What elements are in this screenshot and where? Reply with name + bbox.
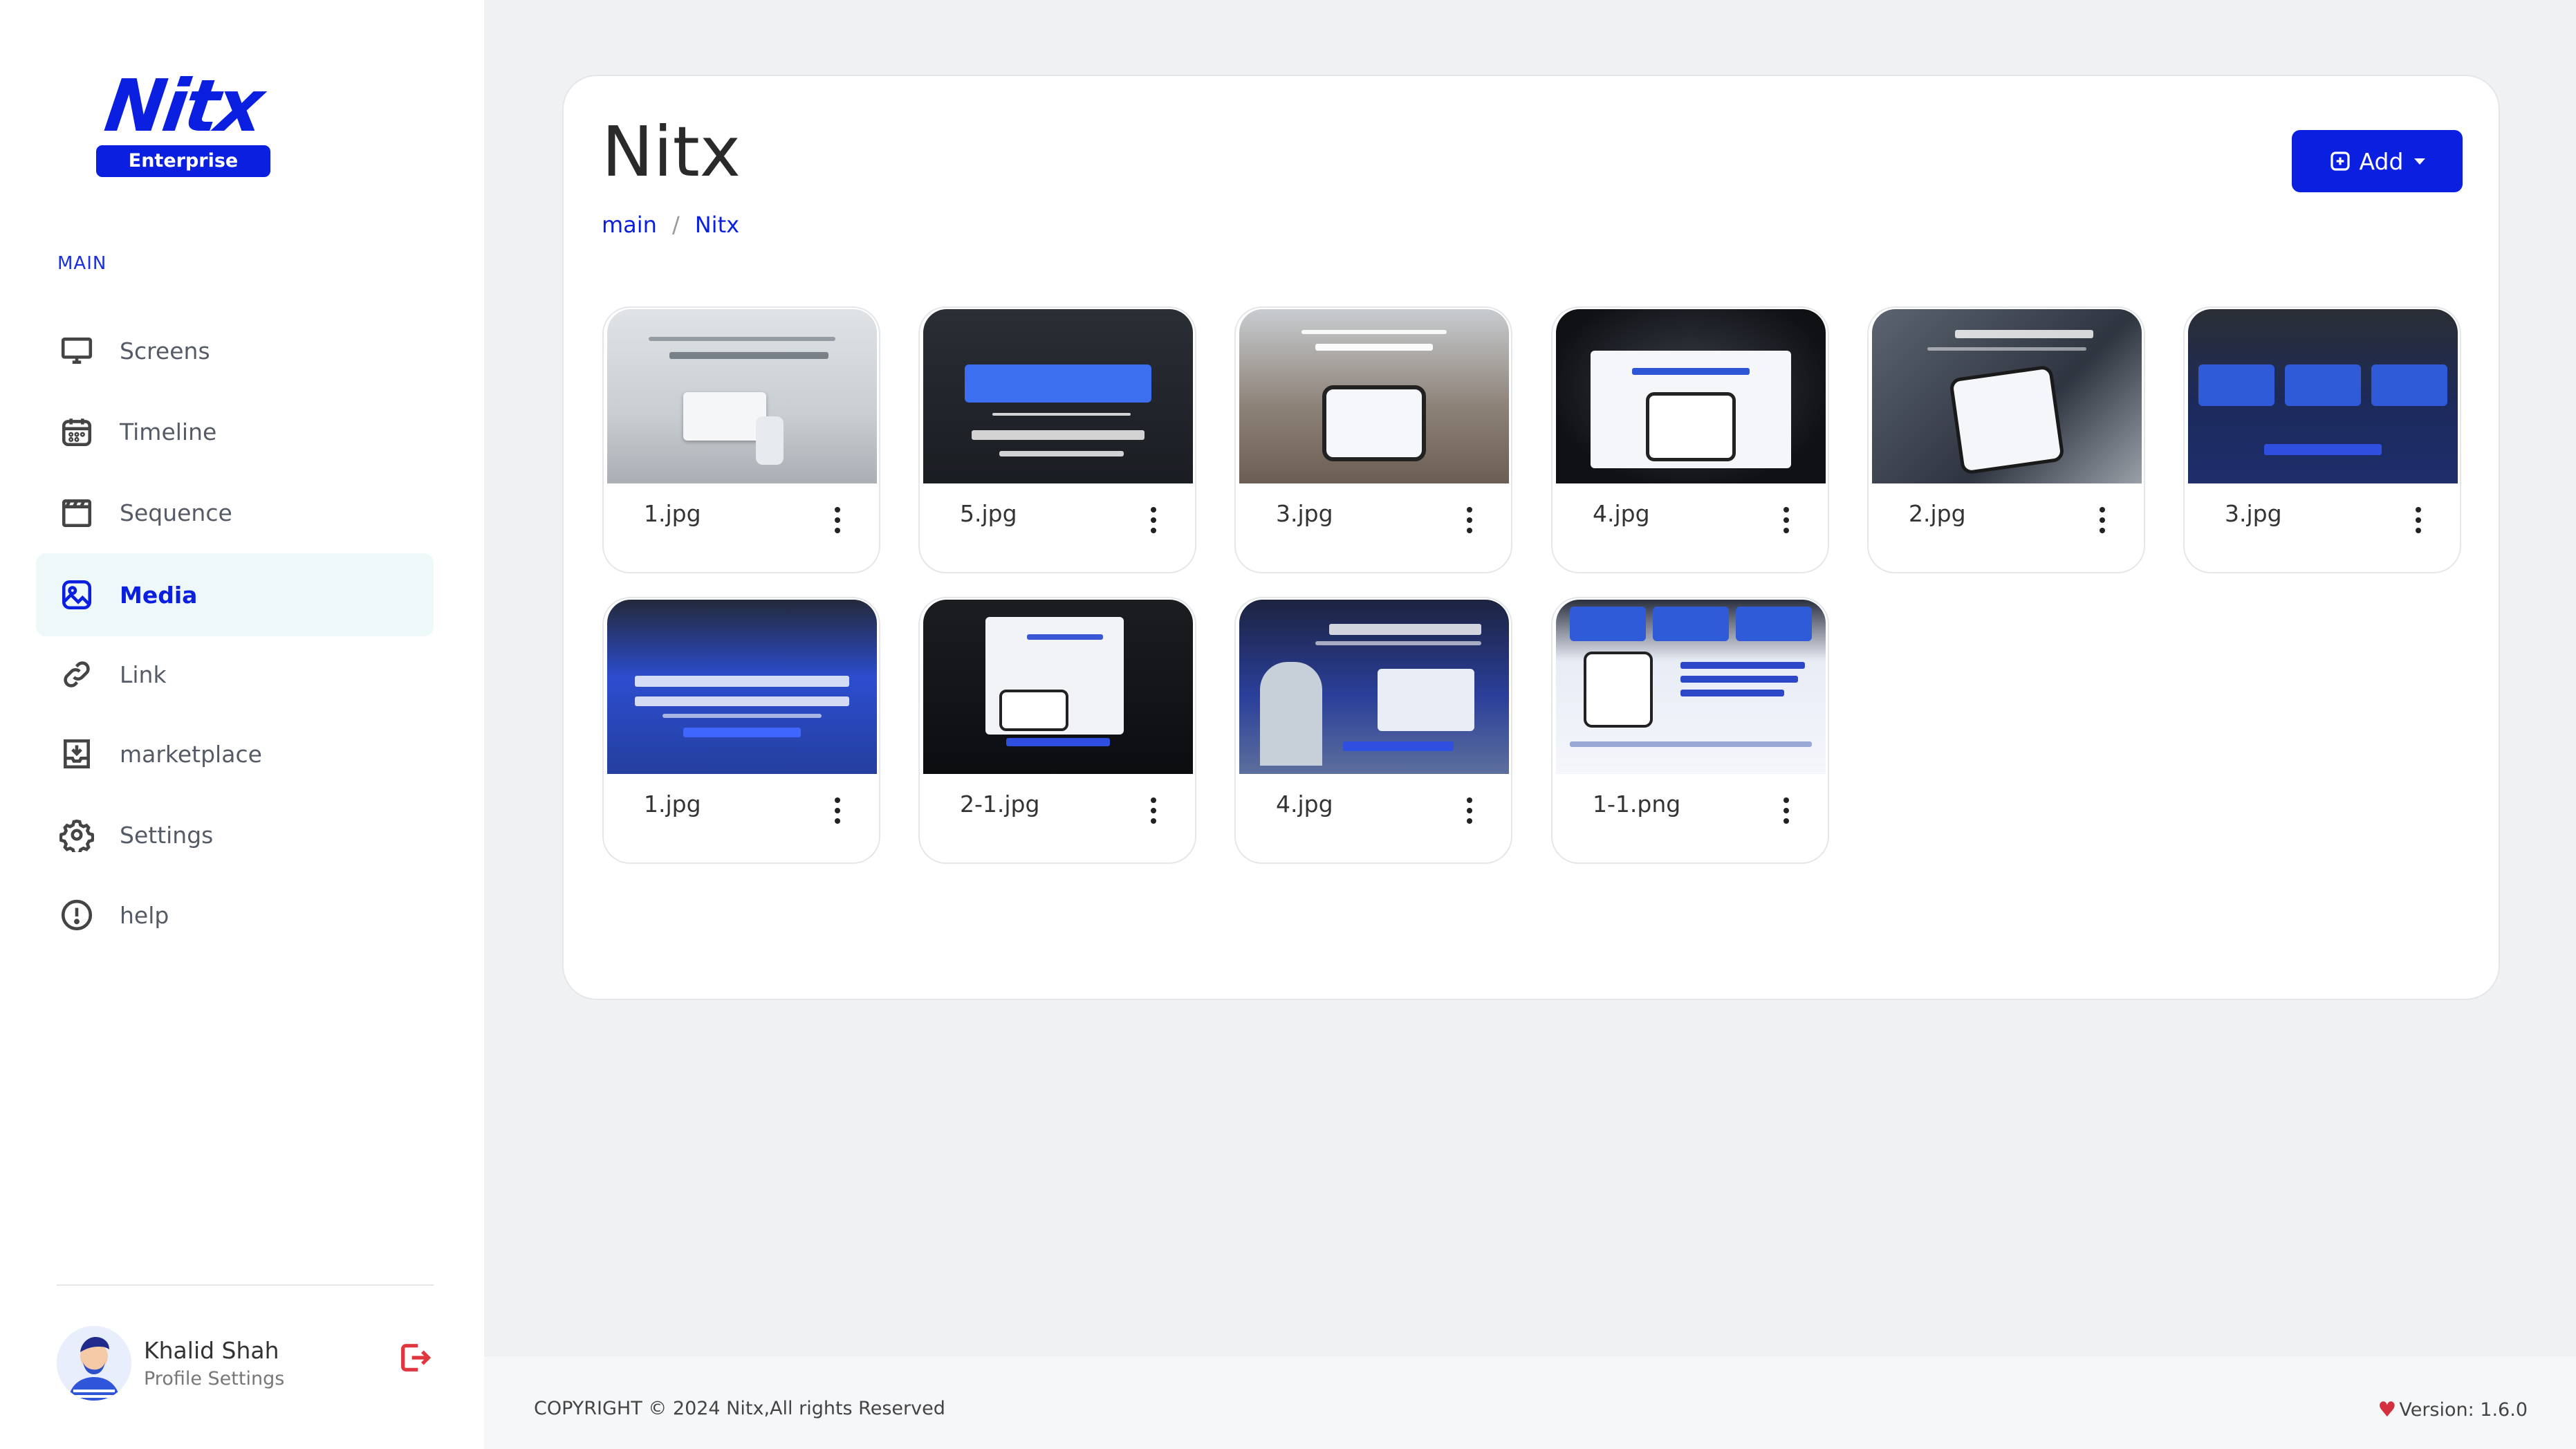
enterprise-badge: Enterprise	[96, 145, 270, 177]
media-tile[interactable]: 5.jpg	[918, 306, 1196, 573]
media-tile[interactable]: 1.jpg	[602, 306, 880, 573]
sidebar-item-marketplace[interactable]: marketplace	[36, 712, 434, 795]
user-name: Khalid Shah	[144, 1337, 279, 1364]
media-filename: 2-1.jpg	[960, 791, 1040, 818]
more-options-button[interactable]	[1772, 793, 1800, 828]
media-filename: 1.jpg	[644, 791, 701, 818]
media-tile[interactable]: 3.jpg	[2183, 306, 2461, 573]
media-tile[interactable]: 4.jpg	[1551, 306, 1829, 573]
sidebar-item-link[interactable]: Link	[36, 633, 434, 716]
nitx-logo[interactable]: Nitx Enterprise	[95, 64, 271, 177]
sidebar-item-label: Screens	[120, 337, 210, 364]
logout-button[interactable]	[397, 1340, 433, 1376]
breadcrumb-separator: /	[671, 212, 680, 238]
media-thumbnail	[607, 600, 877, 774]
version-text: Version: 1.6.0	[2399, 1399, 2528, 1421]
media-filename: 2.jpg	[1909, 500, 1966, 527]
media-thumbnail	[1556, 600, 1826, 774]
gear-icon	[59, 817, 95, 853]
link-icon	[59, 656, 95, 692]
media-thumbnail	[2188, 309, 2458, 483]
download-box-icon	[59, 736, 95, 772]
heart-icon: ♥	[2378, 1398, 2397, 1422]
sidebar-section-label: MAIN	[57, 253, 107, 274]
sidebar-item-media[interactable]: Media	[36, 553, 434, 636]
sidebar-item-label: Settings	[120, 821, 214, 849]
sidebar-item-sequence[interactable]: Sequence	[36, 471, 434, 554]
avatar	[57, 1326, 131, 1401]
add-button-label: Add	[2359, 147, 2404, 175]
media-filename: 4.jpg	[1593, 500, 1650, 527]
footer: COPYRIGHT © 2024 Nitx,All rights Reserve…	[484, 1356, 2576, 1449]
more-options-button[interactable]	[1456, 793, 1483, 828]
media-filename: 3.jpg	[1276, 500, 1333, 527]
media-thumbnail	[1556, 309, 1826, 483]
media-card: Nitx main / Nitx Add 1.jpg 5.jpg 3.jpg 4…	[562, 75, 2500, 1000]
sidebar-item-label: help	[120, 901, 169, 929]
media-thumbnail	[1872, 309, 2142, 483]
logout-icon	[401, 1344, 432, 1372]
breadcrumb-main[interactable]: main	[602, 212, 657, 238]
sidebar-item-label: Media	[120, 581, 198, 609]
sidebar-item-settings[interactable]: Settings	[36, 793, 434, 876]
media-thumbnail	[607, 309, 877, 483]
copyright-text: COPYRIGHT © 2024 Nitx,All rights Reserve…	[534, 1398, 945, 1419]
more-options-button[interactable]	[824, 793, 851, 828]
info-circle-icon	[59, 897, 95, 933]
media-tile[interactable]: 2.jpg	[1867, 306, 2145, 573]
sidebar-item-label: Link	[120, 661, 167, 688]
calendar-icon	[59, 414, 95, 450]
media-tile[interactable]: 4.jpg	[1234, 597, 1512, 864]
profile-settings-link[interactable]: Profile Settings	[144, 1368, 284, 1390]
media-thumbnail	[923, 600, 1193, 774]
chevron-down-icon	[2414, 158, 2426, 165]
more-options-button[interactable]	[2404, 503, 2432, 537]
breadcrumb: main / Nitx	[602, 212, 739, 238]
media-tile[interactable]: 2-1.jpg	[918, 597, 1196, 864]
media-tile[interactable]: 1-1.png	[1551, 597, 1829, 864]
more-options-button[interactable]	[2088, 503, 2116, 537]
more-options-button[interactable]	[1140, 793, 1167, 828]
more-options-button[interactable]	[1772, 503, 1800, 537]
logo-wordmark: Nitx	[100, 64, 267, 148]
media-thumbnail	[1239, 600, 1509, 774]
sidebar-item-timeline[interactable]: Timeline	[36, 390, 434, 473]
image-icon	[59, 577, 95, 613]
page-title: Nitx	[602, 111, 741, 192]
version-info: ♥ Version: 1.6.0	[2378, 1398, 2528, 1422]
more-options-button[interactable]	[824, 503, 851, 537]
user-profile[interactable]: Khalid Shah Profile Settings	[57, 1326, 284, 1401]
plus-square-icon	[2330, 151, 2350, 171]
media-filename: 4.jpg	[1276, 791, 1333, 818]
media-filename: 5.jpg	[960, 500, 1017, 527]
media-tile[interactable]: 1.jpg	[602, 597, 880, 864]
sidebar-item-label: Sequence	[120, 499, 232, 526]
media-filename: 1.jpg	[644, 500, 701, 527]
media-thumbnail	[1239, 309, 1509, 483]
media-filename: 1-1.png	[1593, 791, 1681, 818]
sidebar-item-label: Timeline	[120, 418, 217, 445]
media-tile[interactable]: 3.jpg	[1234, 306, 1512, 573]
sidebar-divider	[57, 1284, 434, 1286]
add-button[interactable]: Add	[2292, 130, 2463, 192]
media-thumbnail	[923, 309, 1193, 483]
sidebar-item-label: marketplace	[120, 740, 262, 768]
monitor-icon	[59, 333, 95, 369]
clapperboard-icon	[59, 495, 95, 530]
breadcrumb-current[interactable]: Nitx	[695, 212, 739, 238]
more-options-button[interactable]	[1456, 503, 1483, 537]
media-filename: 3.jpg	[2225, 500, 2282, 527]
sidebar-item-screens[interactable]: Screens	[36, 309, 434, 392]
sidebar-item-help[interactable]: help	[36, 874, 434, 957]
more-options-button[interactable]	[1140, 503, 1167, 537]
sidebar: Nitx Enterprise MAIN Screens Timeline Se…	[0, 0, 484, 1449]
